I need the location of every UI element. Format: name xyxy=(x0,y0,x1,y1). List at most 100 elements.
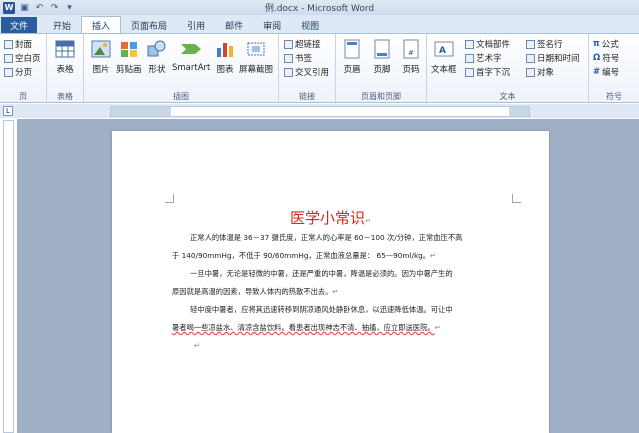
paragraph-2-line-1[interactable]: 一旦中暑，无论是轻微的中暑，还是严重的中暑，降温是必须的。因为中暑产生的 xyxy=(172,265,517,283)
header-icon xyxy=(341,38,363,60)
date-time-button[interactable]: 日期和时间 xyxy=(526,52,580,64)
document-page[interactable]: 医学小常识↵ 正常人的体温是 36－37 摄氏度，正常人的心率是 60－100 … xyxy=(112,131,549,433)
clip-art-button[interactable]: 剪贴画 xyxy=(116,38,142,75)
tab-review[interactable]: 审阅 xyxy=(253,17,291,33)
paragraph-mark: ↵ xyxy=(434,323,441,332)
ribbon-tabs: 文件 开始 插入 页面布局 引用 邮件 审阅 视图 xyxy=(0,15,639,33)
quick-parts-button[interactable]: 文档部件 xyxy=(465,38,510,50)
object-icon xyxy=(526,67,535,77)
cover-page-icon xyxy=(4,39,13,49)
group-label-text: 文本 xyxy=(499,92,516,101)
tab-insert[interactable]: 插入 xyxy=(81,16,122,33)
tab-references[interactable]: 引用 xyxy=(177,17,215,33)
shapes-button[interactable]: 形状 xyxy=(146,38,168,75)
page-break-button[interactable]: 分页 xyxy=(4,66,32,78)
chart-button[interactable]: 图表 xyxy=(214,38,236,75)
footer-icon xyxy=(371,38,393,60)
group-symbols: π 公式 Ω 符号 # 编号 符号 xyxy=(589,34,639,104)
smartart-button[interactable]: SmartArt xyxy=(172,38,210,73)
cross-reference-icon xyxy=(284,67,293,77)
bookmark-icon xyxy=(284,53,293,63)
signature-line-button[interactable]: 签名行 xyxy=(526,38,563,50)
blank-page-button[interactable]: 空白页 xyxy=(4,52,41,64)
group-header-footer: 页眉 页脚 # 页码 页眉和页脚 xyxy=(336,34,427,104)
shapes-icon xyxy=(146,38,168,60)
save-icon[interactable]: ▣ xyxy=(19,3,30,13)
quick-access-toolbar: W ▣ ↶ ↷ ▾ xyxy=(0,1,75,14)
document-title[interactable]: 医学小常识↵ xyxy=(112,207,549,228)
object-button[interactable]: 对象 xyxy=(526,66,554,78)
svg-text:#: # xyxy=(408,49,414,57)
paragraph-1-line-2[interactable]: 于 140/90mmHg，不低于 90/60mmHg，正常血液总量是： 65—9… xyxy=(172,247,517,265)
group-label-tables: 表格 xyxy=(57,92,73,101)
window-title: 例.docx - Microsoft Word xyxy=(264,4,375,14)
group-illustrations: 图片 剪贴画 形状 SmartArt 图表 屏幕截图 插图 xyxy=(84,34,279,104)
table-icon xyxy=(54,38,76,60)
group-label-pages: 页 xyxy=(19,92,27,101)
paragraph-3-line-1[interactable]: 轻中度中暑者，应将其迅速转移到阴凉通风处静卧休息，以迅速降低体温。可让中 xyxy=(172,301,517,319)
screenshot-icon xyxy=(245,38,267,60)
header-button[interactable]: 页眉 xyxy=(341,38,363,75)
omega-icon: Ω xyxy=(593,53,601,63)
customize-toolbar-icon[interactable]: ▾ xyxy=(64,3,75,13)
cover-page-button[interactable]: 封面 xyxy=(4,38,32,50)
wordart-icon xyxy=(465,53,474,63)
date-time-icon xyxy=(526,53,535,63)
table-button[interactable]: 表格 xyxy=(54,38,76,75)
tab-file[interactable]: 文件 xyxy=(1,17,38,33)
numbering-button[interactable]: # 编号 xyxy=(593,66,619,78)
quick-parts-icon xyxy=(465,39,474,49)
group-label-symbols: 符号 xyxy=(606,92,622,101)
text-box-button[interactable]: A 文本框 xyxy=(431,38,457,75)
margin-corner xyxy=(165,194,174,203)
svg-text:A: A xyxy=(439,46,446,56)
pi-icon: π xyxy=(593,39,600,49)
group-links: 超链接 书签 交叉引用 链接 xyxy=(279,34,336,104)
bookmark-button[interactable]: 书签 xyxy=(284,52,312,64)
page-number-icon: # xyxy=(400,38,422,60)
text-box-icon: A xyxy=(433,38,455,60)
margin-corner xyxy=(512,194,521,203)
tab-mailings[interactable]: 邮件 xyxy=(215,17,253,33)
paragraph-mark: ↵ xyxy=(365,217,371,225)
hyperlink-button[interactable]: 超链接 xyxy=(284,38,321,50)
group-label-header-footer: 页眉和页脚 xyxy=(361,92,401,101)
cross-reference-button[interactable]: 交叉引用 xyxy=(284,66,329,78)
page-number-button[interactable]: # 页码 xyxy=(400,38,422,75)
vertical-ruler[interactable] xyxy=(3,120,14,433)
group-pages: 封面 空白页 分页 页 xyxy=(0,34,47,104)
picture-icon xyxy=(90,38,112,60)
wordart-button[interactable]: 艺术字 xyxy=(465,52,502,64)
paragraph-2-line-2[interactable]: 原因就是高温的因素，导致人体内的热散不出去。↵ xyxy=(172,283,517,301)
symbol-button[interactable]: Ω 符号 xyxy=(593,52,619,64)
picture-button[interactable]: 图片 xyxy=(90,38,112,75)
screenshot-button[interactable]: 屏幕截图 xyxy=(239,38,273,75)
drop-cap-icon xyxy=(465,67,474,77)
tab-home[interactable]: 开始 xyxy=(43,17,81,33)
empty-paragraph-mark: ↵ xyxy=(194,341,201,350)
tab-page-layout[interactable]: 页面布局 xyxy=(121,17,177,33)
chart-icon xyxy=(214,38,236,60)
tab-selector-icon[interactable]: L xyxy=(3,106,13,116)
page-break-icon xyxy=(4,67,13,77)
undo-icon[interactable]: ↶ xyxy=(34,3,45,13)
title-bar: W ▣ ↶ ↷ ▾ 例.docx - Microsoft Word xyxy=(0,0,639,15)
equation-button[interactable]: π 公式 xyxy=(593,38,619,50)
signature-line-icon xyxy=(526,39,535,49)
horizontal-ruler[interactable] xyxy=(110,106,530,117)
tab-view[interactable]: 视图 xyxy=(291,17,329,33)
group-label-illustrations: 插图 xyxy=(173,92,189,101)
group-tables: 表格 表格 xyxy=(47,34,84,104)
paragraph-1-line-1[interactable]: 正常人的体温是 36－37 摄氏度，正常人的心率是 60－100 次/分钟，正常… xyxy=(172,229,517,247)
hyperlink-icon xyxy=(284,39,293,49)
word-app-icon[interactable]: W xyxy=(3,1,15,14)
paragraph-3-line-2[interactable]: 暑者喝一些凉盐水、清凉含盐饮料。看患者出现神志不清、抽搐，应立即送医院。↵ xyxy=(172,319,517,337)
blank-page-icon xyxy=(4,53,13,63)
numbering-icon: # xyxy=(593,67,601,77)
redo-icon[interactable]: ↷ xyxy=(49,3,60,13)
ribbon-insert: 封面 空白页 分页 页 表格 表格 图片 剪贴画 形状 SmartArt 图表 … xyxy=(0,33,639,104)
drop-cap-button[interactable]: 首字下沉 xyxy=(465,66,510,78)
group-label-links: 链接 xyxy=(299,92,315,101)
group-text: A 文本框 文档部件 艺术字 首字下沉 签名行 日期和时间 对象 文本 xyxy=(427,34,589,104)
footer-button[interactable]: 页脚 xyxy=(371,38,393,75)
